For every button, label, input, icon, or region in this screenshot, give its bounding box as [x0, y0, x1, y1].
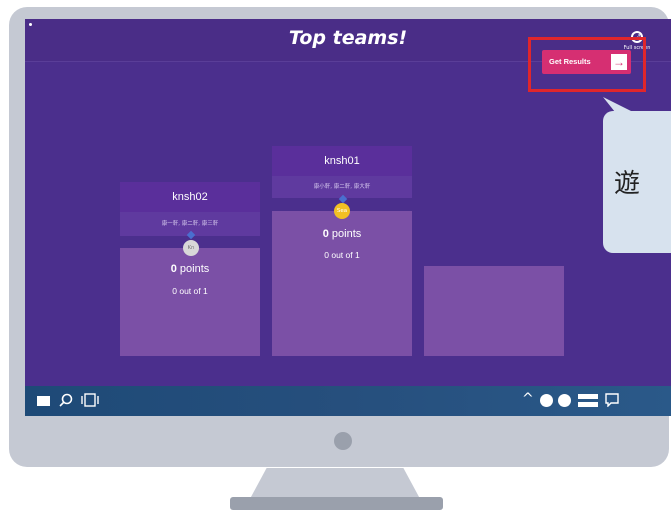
points-first: 0 points: [322, 228, 362, 240]
highlight-box: [528, 37, 646, 92]
silver-medal-icon: Kn: [183, 240, 199, 256]
out-of-first: 0 out of 1: [324, 250, 360, 260]
tray-circle-icon[interactable]: [558, 394, 571, 407]
monitor-power-button: [334, 432, 352, 450]
task-view-icon[interactable]: [81, 393, 99, 407]
points-second: 0 points: [170, 263, 210, 275]
tray-keyboard-icon[interactable]: [578, 394, 598, 407]
chevron-up-icon[interactable]: ^: [522, 391, 534, 407]
team-name-first: knsh01: [272, 146, 412, 176]
podium-block-third: [424, 266, 564, 356]
callout-text: 遊: [614, 169, 641, 199]
taskbar: ^: [25, 386, 671, 416]
monitor-stand: [230, 497, 443, 510]
podium-block-first: 0 points 0 out of 1: [272, 211, 412, 356]
menu-dot-icon[interactable]: [29, 23, 32, 26]
notification-icon[interactable]: [605, 393, 619, 407]
windows-start-icon[interactable]: [37, 394, 50, 407]
tray-circle-icon[interactable]: [540, 394, 553, 407]
podium-block-second: 0 points 0 out of 1: [120, 248, 260, 356]
search-icon[interactable]: [59, 393, 73, 407]
team-name-second: knsh02: [120, 182, 260, 212]
out-of-second: 0 out of 1: [172, 286, 208, 296]
gold-medal-icon: Sea: [334, 203, 350, 219]
